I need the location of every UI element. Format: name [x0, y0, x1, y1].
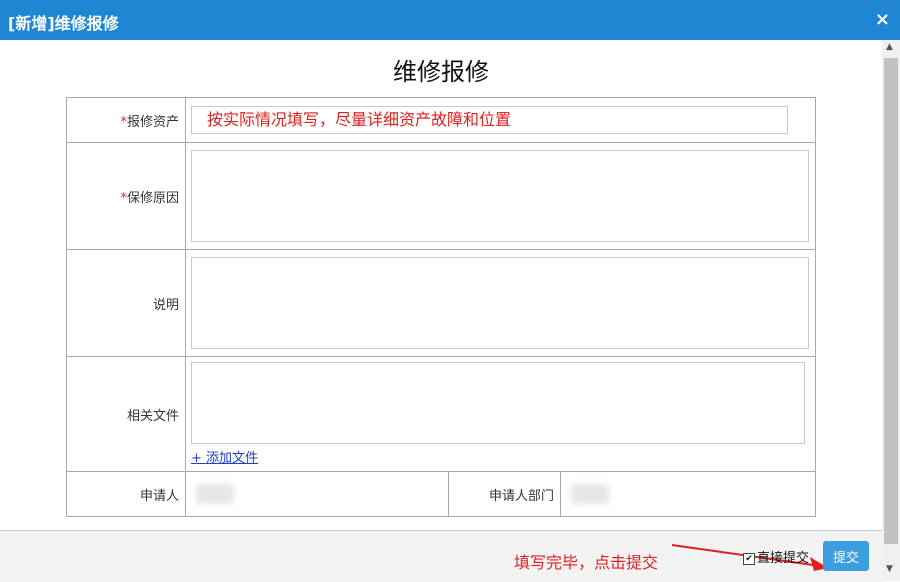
scroll-down-icon[interactable]: ▼ [886, 564, 893, 574]
dialog-title: [新增]维修报修 [8, 14, 119, 33]
reason-textarea[interactable] [191, 150, 809, 242]
dept-label: 申请人部门 [448, 471, 561, 517]
desc-label: 说明 [66, 249, 186, 357]
dept-value-blurred [571, 484, 609, 504]
annotation-text: 填写完毕，点击提交 [514, 553, 659, 572]
direct-submit-checkbox[interactable]: ✔ 直接提交 [743, 547, 809, 566]
files-label: 相关文件 [66, 356, 186, 472]
asset-label: *报修资产 [66, 97, 186, 143]
dialog-footer: 填写完毕，点击提交 ✔ 直接提交 提交 [0, 530, 882, 582]
applicant-value [185, 471, 449, 517]
dialog-content: 维修报修 *报修资产 按实际情况填写，尽量详细资产故障和位置 *保修原因 说明 [0, 40, 882, 530]
asset-input[interactable]: 按实际情况填写，尽量详细资产故障和位置 [191, 106, 788, 134]
applicant-avatar-blurred [196, 484, 234, 504]
file-list [191, 362, 805, 444]
submit-button[interactable]: 提交 [823, 541, 869, 571]
form-title: 维修报修 [393, 58, 489, 86]
desc-textarea[interactable] [191, 257, 809, 349]
applicant-label: 申请人 [66, 471, 186, 517]
add-file-link[interactable]: + 添加文件 [191, 447, 258, 466]
scrollbar[interactable]: ▲ ▼ [882, 40, 900, 581]
checkbox-icon[interactable]: ✔ [743, 552, 755, 565]
reason-label: *保修原因 [66, 142, 186, 250]
dialog-titlebar: [新增]维修报修 × [0, 0, 900, 40]
scrollbar-thumb[interactable] [884, 58, 898, 544]
scroll-up-icon[interactable]: ▲ [886, 42, 893, 52]
close-icon[interactable]: × [875, 9, 890, 30]
dept-value [560, 471, 816, 517]
repair-form: *报修资产 按实际情况填写，尽量详细资产故障和位置 *保修原因 说明 相关文件 … [66, 97, 816, 517]
